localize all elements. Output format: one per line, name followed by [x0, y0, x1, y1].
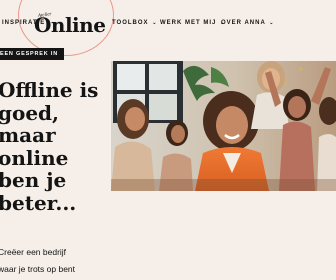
nav-label: OVER ANNA: [221, 20, 266, 26]
nav-item-over-anna[interactable]: OVER ANNA ⌄: [221, 20, 274, 26]
cta-button[interactable]: EEN GESPREK IN: [0, 48, 64, 60]
hero-subtitle-line: waar je trots op bent: [0, 264, 76, 274]
hero-photo: [111, 61, 336, 191]
hero-photo-icon: [111, 61, 336, 191]
hero-title-line: ben je: [0, 168, 67, 192]
nav-label: TOOLBOX: [112, 20, 149, 26]
nav-label: WERK MET MIJ: [160, 20, 217, 26]
page: Atelier Online INSPIRATIE ⌄ TOOLBOX ⌄ WE…: [0, 0, 336, 280]
nav-label: INSPIRATIE: [2, 20, 46, 26]
hero-title-line: maar: [0, 123, 56, 147]
site-header: Atelier Online INSPIRATIE ⌄ TOOLBOX ⌄ WE…: [0, 0, 336, 56]
hero-title-line: online: [0, 145, 69, 170]
chevron-down-icon: ⌄: [269, 20, 275, 26]
chevron-down-icon: ⌄: [95, 20, 101, 26]
hero-subtitle-line: Creëer een bedrijf: [0, 247, 67, 257]
hero-title: Offline is goed, maar online ben je bete…: [0, 79, 108, 214]
hero-subtitle: Creëer een bedrijf waar je trots op bent: [0, 244, 108, 278]
hero-title-line: beter...: [0, 190, 77, 215]
nav-item-toolbox[interactable]: TOOLBOX ⌄: [112, 20, 157, 26]
nav-item-werk-met-mij[interactable]: WERK MET MIJ ⌄: [160, 20, 225, 26]
chevron-down-icon: ⌄: [152, 20, 158, 26]
nav-dropdown-inspiratie[interactable]: ⌄: [94, 20, 100, 26]
nav-item-inspiratie[interactable]: INSPIRATIE: [2, 20, 45, 26]
hero-title-line: Offline is: [0, 78, 99, 102]
hero-title-line: goed,: [0, 100, 59, 125]
